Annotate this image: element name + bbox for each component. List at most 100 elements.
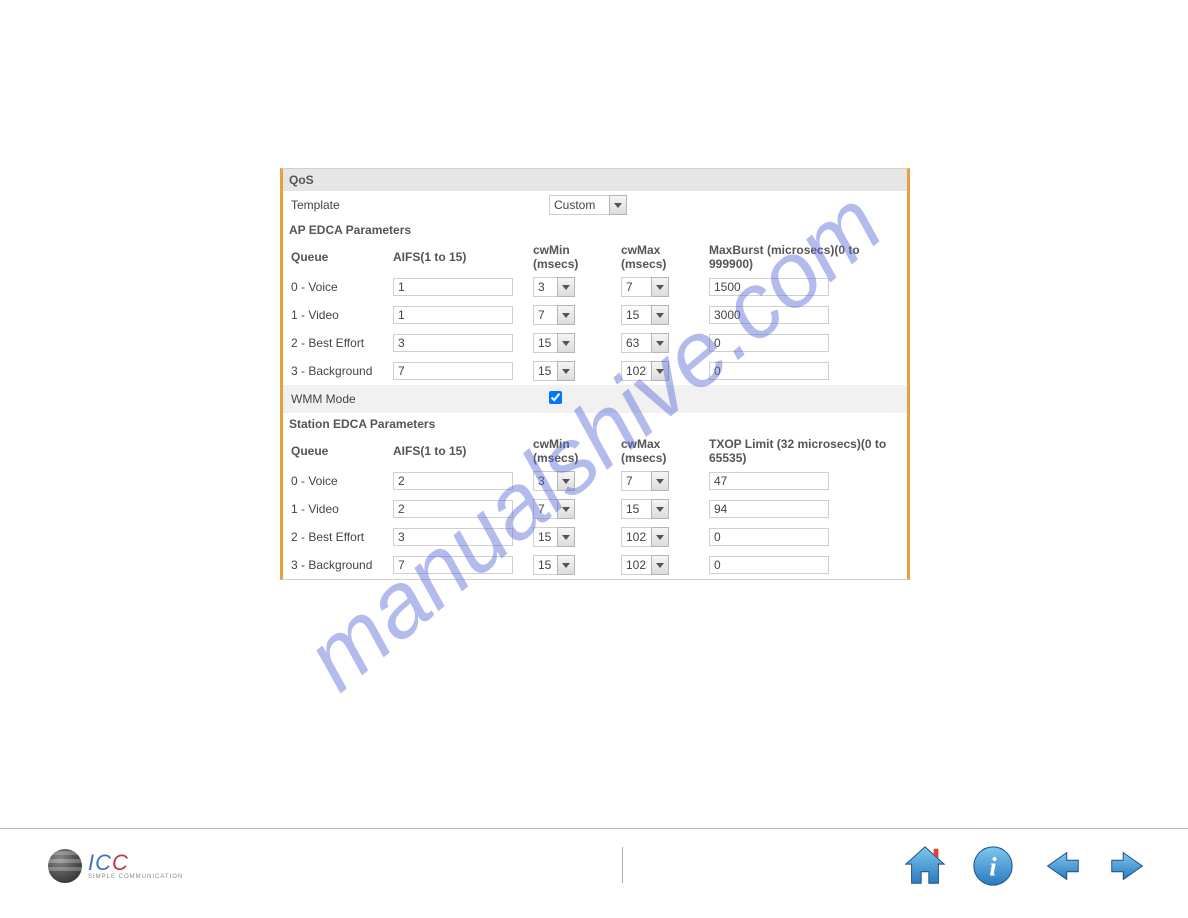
chevron-down-icon[interactable] (557, 361, 575, 381)
queue-label: 1 - Video (287, 306, 389, 324)
wmm-checkbox[interactable] (549, 391, 562, 404)
chevron-down-icon[interactable] (557, 333, 575, 353)
cwmax-value[interactable] (621, 305, 651, 325)
aifs-input[interactable] (393, 278, 513, 296)
cwmax-value[interactable] (621, 499, 651, 519)
maxburst-input[interactable] (709, 362, 829, 380)
brand-logo: ICC SIMPLE COMMUNICATION (48, 849, 183, 883)
info-icon[interactable]: i (970, 843, 1016, 892)
chevron-down-icon[interactable] (557, 499, 575, 519)
queue-label: 2 - Best Effort (287, 528, 389, 546)
cwmin-value[interactable] (533, 555, 557, 575)
ap-hdr-cwmin: cwMin (msecs) (529, 241, 617, 273)
brand-red: C (112, 850, 129, 875)
cwmin-select[interactable] (533, 499, 575, 519)
cwmax-select[interactable] (621, 361, 669, 381)
st-hdr-queue: Queue (287, 442, 389, 460)
cwmin-select[interactable] (533, 277, 575, 297)
chevron-down-icon[interactable] (651, 361, 669, 381)
maxburst-input[interactable] (709, 278, 829, 296)
chevron-down-icon[interactable] (651, 305, 669, 325)
chevron-down-icon[interactable] (557, 305, 575, 325)
prev-arrow-icon[interactable] (1038, 843, 1084, 892)
cwmax-select[interactable] (621, 555, 669, 575)
queue-label: 2 - Best Effort (287, 334, 389, 352)
queue-label: 3 - Background (287, 556, 389, 574)
cwmin-value[interactable] (533, 499, 557, 519)
brand-text: ICC SIMPLE COMMUNICATION (88, 852, 183, 880)
chevron-down-icon[interactable] (651, 555, 669, 575)
ap-hdr-maxburst: MaxBurst (microsecs)(0 to 999900) (705, 241, 903, 273)
page-divider (622, 847, 623, 883)
template-select[interactable] (549, 195, 627, 215)
home-icon[interactable] (902, 843, 948, 892)
txop-input[interactable] (709, 528, 829, 546)
aifs-input[interactable] (393, 362, 513, 380)
txop-input[interactable] (709, 472, 829, 490)
aifs-input[interactable] (393, 306, 513, 324)
chevron-down-icon[interactable] (557, 555, 575, 575)
cwmin-select[interactable] (533, 333, 575, 353)
cwmin-select[interactable] (533, 555, 575, 575)
chevron-down-icon[interactable] (651, 527, 669, 547)
cwmax-value[interactable] (621, 361, 651, 381)
cwmin-select[interactable] (533, 361, 575, 381)
cwmax-value[interactable] (621, 555, 651, 575)
txop-input[interactable] (709, 556, 829, 574)
wmm-label: WMM Mode (287, 390, 545, 408)
chevron-down-icon[interactable] (651, 333, 669, 353)
cwmax-select[interactable] (621, 277, 669, 297)
aifs-input[interactable] (393, 334, 513, 352)
cwmax-select[interactable] (621, 471, 669, 491)
cwmin-select[interactable] (533, 305, 575, 325)
chevron-down-icon[interactable] (651, 471, 669, 491)
chevron-down-icon[interactable] (651, 499, 669, 519)
queue-label: 1 - Video (287, 500, 389, 518)
wmm-row: WMM Mode (283, 385, 907, 413)
chevron-down-icon[interactable] (557, 471, 575, 491)
cwmin-value[interactable] (533, 471, 557, 491)
queue-label: 0 - Voice (287, 472, 389, 490)
chevron-down-icon[interactable] (557, 277, 575, 297)
cwmax-select[interactable] (621, 333, 669, 353)
chevron-down-icon[interactable] (651, 277, 669, 297)
cwmin-value[interactable] (533, 277, 557, 297)
table-row: 3 - Background (283, 551, 907, 579)
ap-header-row: Queue AIFS(1 to 15) cwMin (msecs) cwMax … (283, 241, 907, 273)
template-select-cell (545, 193, 633, 217)
cwmin-value[interactable] (533, 527, 557, 547)
next-arrow-icon[interactable] (1106, 843, 1152, 892)
aifs-input[interactable] (393, 500, 513, 518)
cwmax-select[interactable] (621, 305, 669, 325)
template-select-value[interactable] (549, 195, 609, 215)
chevron-down-icon[interactable] (609, 195, 627, 215)
cwmax-value[interactable] (621, 527, 651, 547)
cwmin-select[interactable] (533, 471, 575, 491)
st-hdr-cwmin: cwMin (msecs) (529, 435, 617, 467)
st-hdr-aifs: AIFS(1 to 15) (389, 442, 529, 460)
cwmin-value[interactable] (533, 305, 557, 325)
template-row: Template (283, 191, 907, 219)
svg-text:i: i (989, 852, 997, 882)
cwmax-value[interactable] (621, 471, 651, 491)
maxburst-input[interactable] (709, 306, 829, 324)
table-row: 2 - Best Effort (283, 523, 907, 551)
qos-title: QoS (283, 169, 907, 191)
chevron-down-icon[interactable] (557, 527, 575, 547)
aifs-input[interactable] (393, 556, 513, 574)
cwmin-value[interactable] (533, 361, 557, 381)
station-edca-title: Station EDCA Parameters (283, 413, 907, 435)
cwmax-value[interactable] (621, 333, 651, 353)
cwmax-value[interactable] (621, 277, 651, 297)
cwmin-value[interactable] (533, 333, 557, 353)
ap-hdr-aifs: AIFS(1 to 15) (389, 248, 529, 266)
table-row: 1 - Video (283, 301, 907, 329)
table-row: 2 - Best Effort (283, 329, 907, 357)
cwmin-select[interactable] (533, 527, 575, 547)
aifs-input[interactable] (393, 528, 513, 546)
cwmax-select[interactable] (621, 499, 669, 519)
txop-input[interactable] (709, 500, 829, 518)
cwmax-select[interactable] (621, 527, 669, 547)
maxburst-input[interactable] (709, 334, 829, 352)
aifs-input[interactable] (393, 472, 513, 490)
